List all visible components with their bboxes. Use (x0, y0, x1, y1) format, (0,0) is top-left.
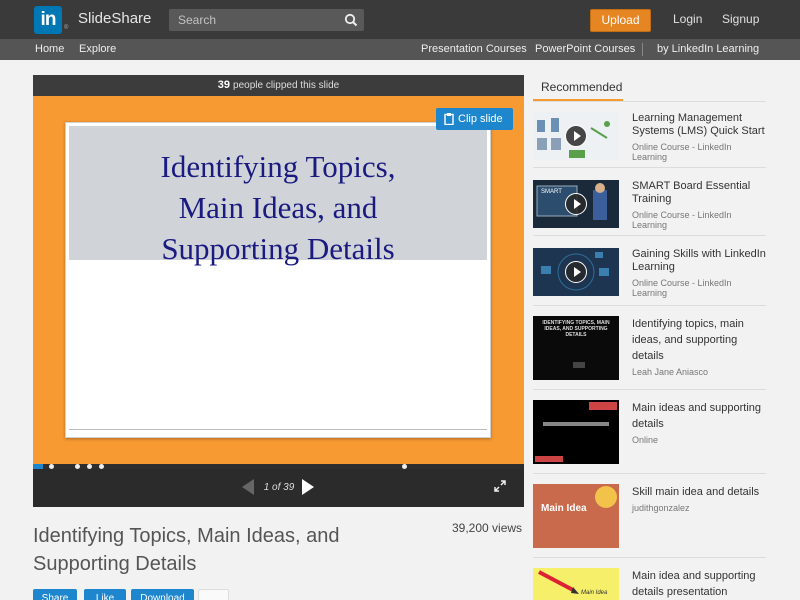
play-icon[interactable] (565, 125, 587, 147)
recommended-item[interactable]: Gaining Skills with LinkedIn Learning On… (533, 248, 766, 306)
play-icon[interactable] (565, 261, 587, 283)
presentation-title-line-1: Identifying Topics, Main Ideas, and (33, 525, 340, 547)
recommended-subtitle: Leah Jane Aniasco (632, 367, 709, 377)
slide-title-line-2: Main Ideas, and (178, 190, 378, 225)
slide-area[interactable]: Identifying Topics, Main Ideas, and Supp… (33, 96, 524, 464)
course-thumbnail: SMART (533, 180, 619, 228)
thumbnail-graphic (595, 486, 617, 508)
clip-slide-button[interactable]: Clip slide (436, 108, 513, 130)
search-input[interactable] (169, 9, 339, 31)
top-bar: in ® SlideShare Upload Login Signup (0, 0, 800, 39)
upload-button[interactable]: Upload (590, 9, 651, 32)
presentation-title-line-2: Supporting Details (33, 553, 197, 575)
recommended-item[interactable]: Main ideas and supporting details Online (533, 400, 766, 474)
previous-slide-icon[interactable] (242, 479, 254, 495)
thumbnail-text: Main Idea (581, 590, 608, 596)
recommended-item[interactable]: Main Idea Main idea and supporting detai… (533, 568, 766, 600)
page-indicator: 1 of 39 (263, 482, 295, 493)
thumbnail-object (573, 362, 585, 368)
clip-info: 39 people clipped this slide (33, 75, 524, 96)
player-controls: 1 of 39 (33, 469, 524, 507)
nav-linkedin-learning[interactable]: by LinkedIn Learning (657, 43, 759, 55)
recommended-title[interactable]: Main ideas and supporting details (632, 400, 766, 432)
registered-mark: ® (64, 25, 69, 31)
slide-title: Identifying Topics, Main Ideas, and Supp… (69, 146, 487, 269)
clip-info-text: people clipped this slide (233, 80, 340, 91)
recommended-title[interactable]: Identifying topics, main ideas, and supp… (632, 316, 766, 364)
next-slide-icon[interactable] (302, 479, 314, 495)
recommended-title[interactable]: SMART Board Essential Training (632, 180, 766, 206)
nav-home[interactable]: Home (35, 43, 64, 55)
clip-slide-label: Clip slide (458, 113, 503, 125)
recommended-subtitle: Online Course - LinkedIn Learning (632, 142, 732, 162)
recommended-subtitle: Online Course - LinkedIn Learning (632, 278, 732, 298)
download-button[interactable]: Download (131, 589, 194, 600)
tab-underline (533, 101, 766, 102)
nav-explore[interactable]: Explore (79, 43, 116, 55)
presentation-title: Identifying Topics, Main Ideas, and Supp… (33, 522, 393, 578)
like-button[interactable]: Like (84, 589, 126, 600)
clip-count: 39 (217, 79, 231, 91)
tab-recommended[interactable]: Recommended (533, 75, 623, 101)
play-icon[interactable] (565, 193, 587, 215)
thumbnail-text: IDENTIFYING TOPICS, MAIN IDEAS, AND SUPP… (542, 320, 610, 338)
fullscreen-icon[interactable] (494, 480, 506, 492)
slide-title-line-3: Supporting Details (161, 231, 395, 266)
linkedin-logo[interactable]: in (34, 6, 62, 34)
search-box (169, 9, 364, 31)
clipboard-icon (444, 113, 454, 125)
recommended-title[interactable]: Learning Management Systems (LMS) Quick … (632, 112, 766, 138)
thumbnail-badge (589, 402, 617, 410)
smart-label: SMART (541, 189, 562, 195)
more-options-button[interactable] (198, 589, 229, 600)
recommended-subtitle: Online (632, 435, 659, 445)
recommended-title[interactable]: Skill main idea and details (632, 484, 766, 500)
login-link[interactable]: Login (673, 12, 702, 26)
slide-title-line-1: Identifying Topics, (160, 149, 396, 184)
course-thumbnail (533, 112, 619, 160)
secondary-nav: Home Explore Presentation Courses PowerP… (0, 39, 800, 60)
recommended-item[interactable]: Main Idea Skill main idea and details ju… (533, 484, 766, 558)
share-button[interactable]: Share (33, 589, 77, 600)
signup-link[interactable]: Signup (722, 12, 759, 26)
recommended-title[interactable]: Main idea and supporting details present… (632, 568, 766, 600)
brand-name[interactable]: SlideShare (78, 10, 151, 27)
nav-divider (642, 43, 643, 56)
course-thumbnail (533, 248, 619, 296)
slide-title-band: Identifying Topics, Main Ideas, and Supp… (69, 126, 487, 266)
slide-player: 39 people clipped this slide Identifying … (33, 75, 524, 507)
search-icon[interactable] (344, 13, 358, 27)
slide-thumbnail: IDENTIFYING TOPICS, MAIN IDEAS, AND SUPP… (533, 316, 619, 380)
slide-thumbnail: Main Idea (533, 568, 619, 600)
slide-thumbnail: Main Idea (533, 484, 619, 548)
nav-presentation-courses[interactable]: Presentation Courses (421, 43, 527, 55)
thumbnail-text-line (543, 422, 609, 426)
recommended-title[interactable]: Gaining Skills with LinkedIn Learning (632, 248, 766, 274)
thumbnail-text: Main Idea (541, 503, 587, 514)
recommended-subtitle: Online Course - LinkedIn Learning (632, 210, 732, 230)
slide-divider (69, 429, 487, 430)
view-count: 39,200 views (452, 521, 523, 535)
slide-card: Identifying Topics, Main Ideas, and Supp… (65, 122, 491, 438)
thumbnail-badge (535, 456, 563, 462)
slide-thumbnail (533, 400, 619, 464)
nav-powerpoint-courses[interactable]: PowerPoint Courses (535, 43, 635, 55)
recommended-item[interactable]: Learning Management Systems (LMS) Quick … (533, 112, 766, 168)
recommended-item[interactable]: IDENTIFYING TOPICS, MAIN IDEAS, AND SUPP… (533, 316, 766, 390)
recommended-subtitle: judithgonzalez (632, 503, 690, 513)
recommended-item[interactable]: SMART SMART Board Essential Training Onl… (533, 180, 766, 236)
